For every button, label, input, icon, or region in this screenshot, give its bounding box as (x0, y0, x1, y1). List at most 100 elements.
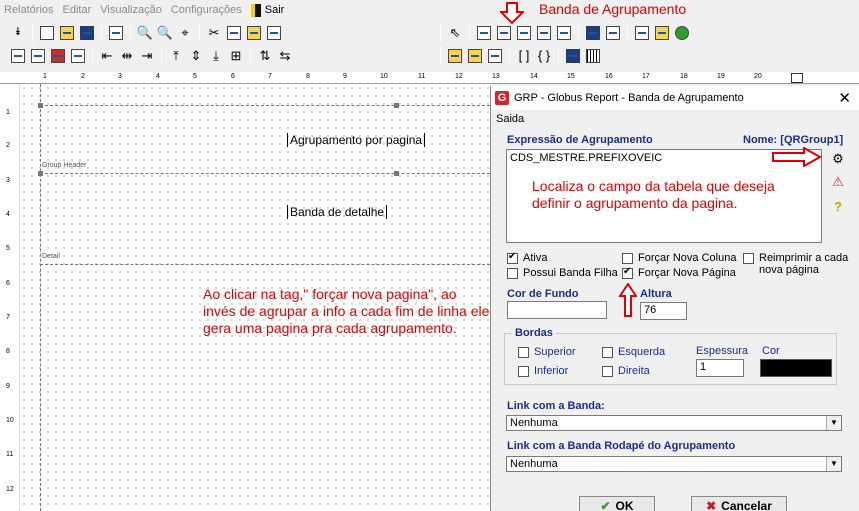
ungroup-icon[interactable] (68, 46, 88, 66)
zoom-out-icon[interactable]: 🔍 (135, 23, 155, 43)
bordas-title: Bordas (512, 327, 556, 339)
reimprimir-checkbox[interactable]: Reimprimir a cada nova página (743, 252, 858, 276)
possui-banda-filha-checkbox[interactable]: Possui Banda Filha (507, 267, 618, 279)
ruler-tick: 11 (6, 451, 14, 458)
espessura-input[interactable]: 1 (696, 359, 744, 377)
resize-handle[interactable] (394, 171, 399, 176)
refresh-icon[interactable] (672, 23, 692, 43)
direita-checkbox[interactable]: Direita (602, 365, 650, 377)
cut-icon[interactable]: ✂ (204, 23, 224, 43)
fit-page-icon[interactable]: ⌖ (175, 23, 195, 43)
menu-visualizacao[interactable]: Visualização (100, 4, 162, 16)
checkbox-box (507, 268, 518, 279)
warning-icon[interactable] (652, 23, 672, 43)
close-icon[interactable]: ✕ (838, 89, 851, 107)
ruler-tick: 14 (530, 73, 538, 80)
checkbox-box (602, 347, 613, 358)
chevron-down-icon[interactable]: ▼ (826, 457, 841, 471)
ruler-tick: 1 (6, 109, 10, 116)
align-right-icon[interactable]: ⇥ (137, 46, 157, 66)
cor-de-fundo-field[interactable] (507, 301, 607, 319)
open-icon[interactable] (57, 23, 77, 43)
group-band-dialog: G GRP - Globus Report - Banda de Agrupam… (490, 86, 859, 511)
ruler-tick: 12 (455, 73, 463, 80)
align-middle-icon[interactable]: ⇕ (186, 46, 206, 66)
cancel-label: Cancelar (721, 499, 772, 511)
forcar-nova-pagina-checkbox[interactable]: Forçar Nova Página (622, 266, 736, 279)
align-center-icon[interactable]: ⇹ (117, 46, 137, 66)
wizard-icon[interactable]: ⚠ (830, 174, 846, 190)
checkbox-box (518, 366, 529, 377)
resize-handle[interactable] (38, 103, 43, 108)
ruler-corner-icon[interactable] (791, 73, 803, 83)
space-horizontal-icon[interactable]: ⇆ (275, 46, 295, 66)
link-rodape-select[interactable]: Nenhuma ▼ (506, 456, 842, 472)
resize-handle[interactable] (394, 103, 399, 108)
superior-checkbox[interactable]: Superior (518, 346, 576, 358)
sysdata-icon[interactable]: { } (534, 46, 554, 66)
zoom-in-icon[interactable]: 🔍 (155, 23, 175, 43)
pointer-icon[interactable]: ⇖ (445, 23, 465, 43)
send-back-icon[interactable] (28, 46, 48, 66)
menu-relatorios[interactable]: Relatórios (4, 4, 54, 16)
ruler-tick: 17 (642, 73, 650, 80)
detail-band-icon[interactable] (514, 23, 534, 43)
ruler-tick: 16 (605, 73, 613, 80)
expand-icon[interactable]: ⯯ (8, 23, 28, 43)
ativa-checkbox[interactable]: Ativa (507, 251, 547, 264)
ruler-tick: 7 (6, 314, 10, 321)
paste-icon[interactable] (244, 23, 264, 43)
bring-front-icon[interactable] (8, 46, 28, 66)
field-list-icon[interactable]: ⚙ (830, 151, 846, 167)
forcar-nova-coluna-checkbox[interactable]: Forçar Nova Coluna (622, 252, 736, 264)
ok-button[interactable]: ✔ OK (579, 496, 655, 511)
resize-handle[interactable] (38, 171, 43, 176)
same-size-icon[interactable]: ⊞ (226, 46, 246, 66)
group-band-icon[interactable] (494, 23, 514, 43)
align-top-icon[interactable]: ⤒ (166, 46, 186, 66)
cancel-button[interactable]: ✖ Cancelar (691, 496, 787, 511)
checkbox-box (602, 366, 613, 377)
copy-icon[interactable] (224, 23, 244, 43)
group-icon[interactable] (48, 46, 68, 66)
save-icon[interactable] (77, 23, 97, 43)
help-icon[interactable]: ? (830, 199, 846, 215)
subreport-icon[interactable] (603, 23, 623, 43)
menu-editar[interactable]: Editar (63, 4, 92, 16)
database-icon[interactable] (583, 23, 603, 43)
footer-band-icon[interactable] (554, 23, 574, 43)
espessura-label: Espessura (696, 345, 748, 357)
ruler-tick: 15 (567, 73, 575, 80)
db-text-icon[interactable] (465, 46, 485, 66)
new-file-icon[interactable] (37, 23, 57, 43)
border-color-box[interactable] (760, 359, 832, 377)
ruler-tick: 1 (43, 73, 47, 80)
expression-icon[interactable]: [ ] (514, 46, 534, 66)
properties-icon[interactable] (264, 23, 284, 43)
link-rodape-label: Link com a Banda Rodapé do Agrupamento (507, 440, 736, 452)
menu-sair[interactable]: Sair (250, 3, 284, 17)
chevron-down-icon[interactable]: ▼ (826, 416, 841, 430)
title-band-icon[interactable] (474, 23, 494, 43)
image-icon[interactable] (485, 46, 505, 66)
fields-icon[interactable] (632, 23, 652, 43)
dialog-title-bar[interactable]: G GRP - Globus Report - Banda de Agrupam… (491, 86, 859, 110)
esquerda-checkbox[interactable]: Esquerda (602, 346, 665, 358)
ruler-tick: 12 (6, 486, 14, 493)
detail-text[interactable]: Banda de detalhe (287, 205, 388, 219)
link-banda-select[interactable]: Nenhuma ▼ (506, 415, 842, 431)
menu-saida[interactable]: Saida (496, 113, 524, 125)
label-icon[interactable] (445, 46, 465, 66)
ruler-tick: 2 (6, 142, 10, 149)
align-bottom-icon[interactable]: ⤓ (206, 46, 226, 66)
child-band-icon[interactable] (534, 23, 554, 43)
menu-configuracoes[interactable]: Configurações (171, 4, 242, 16)
altura-input[interactable]: 76 (640, 302, 687, 320)
space-vertical-icon[interactable]: ⇅ (255, 46, 275, 66)
barcode-icon[interactable] (583, 46, 603, 66)
inferior-checkbox[interactable]: Inferior (518, 365, 568, 377)
chart-icon[interactable] (563, 46, 583, 66)
group-header-text[interactable]: Agrupamento por pagina (287, 133, 426, 147)
preview-icon[interactable] (106, 23, 126, 43)
align-left-icon[interactable]: ⇤ (97, 46, 117, 66)
